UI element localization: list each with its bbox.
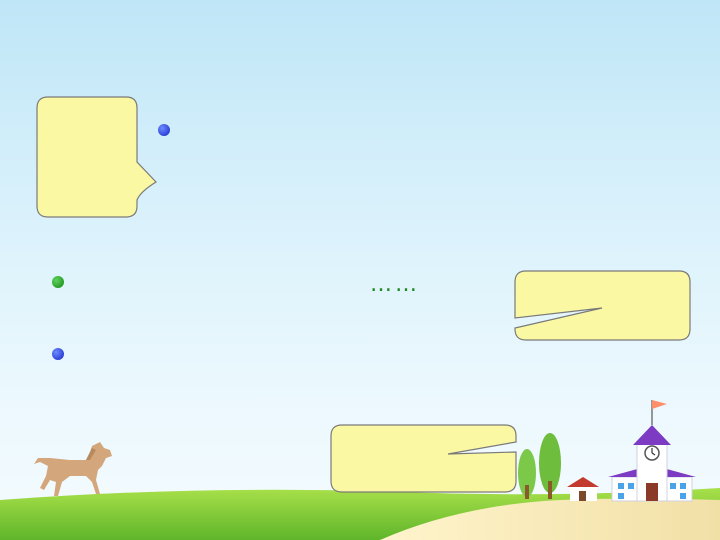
circle-bullet-icon — [158, 124, 170, 136]
topic-callout — [36, 96, 157, 218]
middle-callout — [514, 270, 692, 342]
paragraph-3-line-2 — [52, 376, 512, 414]
paragraph-2: …… — [52, 266, 472, 304]
paragraph-3 — [52, 338, 512, 414]
topic-callout-text — [50, 112, 130, 152]
paragraph-3-line-1 — [70, 344, 620, 369]
paragraph-1 — [158, 114, 658, 190]
slide-canvas: …… — [0, 0, 720, 540]
middle-callout-text — [530, 282, 608, 322]
paragraph-2-line-1: …… — [70, 272, 421, 297]
paragraph-1-line-1 — [176, 120, 676, 145]
circle-bullet-icon — [52, 276, 64, 288]
bottom-callout — [330, 424, 518, 494]
school-building-icon — [518, 400, 696, 502]
circle-bullet-icon — [52, 348, 64, 360]
horse-icon — [34, 442, 112, 496]
paragraph-1-line-2 — [158, 152, 658, 190]
bottom-callout-text — [348, 438, 426, 478]
